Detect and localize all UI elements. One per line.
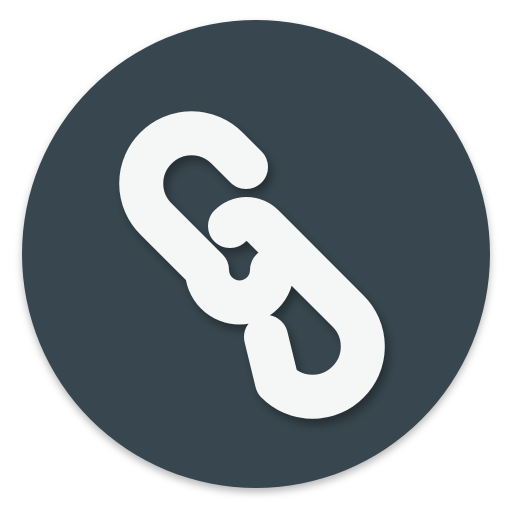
icon-background-circle	[22, 20, 490, 488]
app-icon-canvas	[0, 0, 512, 512]
link-app-icon[interactable]	[0, 0, 512, 512]
